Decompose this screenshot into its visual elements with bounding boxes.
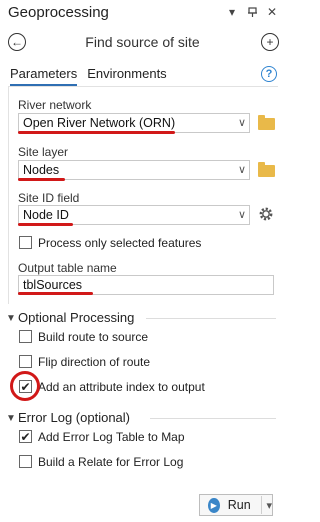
pin-icon[interactable] [245,5,259,19]
annotation-underline [18,178,65,181]
gear-icon[interactable] [257,205,275,228]
chevron-down-icon[interactable]: ▾ [266,499,272,512]
output-table-label: Output table name [18,261,117,275]
pane-controls: ▾ ✕ [225,5,279,19]
pane-title: Geoprocessing [8,4,109,21]
chevron-down-icon[interactable]: ∨ [238,208,246,221]
site-layer-dropdown[interactable]: Nodes [18,160,250,180]
collapse-caret-icon[interactable]: ▼ [6,413,16,424]
build-route-checkbox[interactable] [19,330,32,343]
annotation-underline [18,131,175,134]
site-id-field-dropdown[interactable]: Node ID [18,205,250,225]
add-circle-icon[interactable]: + [261,33,279,51]
flip-direction-checkbox[interactable] [19,355,32,368]
attribute-index-label: Add an attribute index to output [38,380,205,394]
chevron-down-icon[interactable]: ▾ [225,5,239,19]
run-label: Run [227,498,251,512]
river-network-value: Open River Network (ORN) [23,116,176,130]
chevron-down-icon[interactable]: ∨ [238,116,246,129]
river-network-dropdown[interactable]: Open River Network (ORN) [18,113,250,133]
optional-processing-header[interactable]: Optional Processing [18,310,134,325]
river-network-label: River network [18,98,92,112]
tab-environments[interactable]: Environments [87,66,166,86]
folder-icon[interactable] [258,162,275,177]
add-error-log-label: Add Error Log Table to Map [38,430,185,444]
section-divider [146,318,276,319]
tab-bar: Parameters Environments [10,66,167,86]
play-icon: ▶ [208,497,220,513]
build-relate-checkbox[interactable] [19,455,32,468]
build-route-label: Build route to source [38,330,149,344]
annotation-underline [18,223,73,226]
add-error-log-checkbox[interactable]: ✔ [19,430,32,443]
help-icon[interactable]: ? [261,66,277,82]
collapse-caret-icon[interactable]: ▼ [6,313,16,324]
site-id-field-label: Site ID field [18,191,80,205]
output-table-value: tblSources [23,278,83,292]
tab-divider [8,86,278,87]
tab-parameters[interactable]: Parameters [10,66,78,86]
site-id-field-value: Node ID [23,208,69,222]
tool-title: Find source of site [85,34,200,50]
flip-direction-label: Flip direction of route [38,355,151,369]
process-selected-label: Process only selected features [38,236,202,250]
process-selected-checkbox[interactable] [19,236,32,249]
close-icon[interactable]: ✕ [265,5,279,19]
run-divider [260,496,262,514]
folder-icon[interactable] [258,115,275,130]
chevron-down-icon[interactable]: ∨ [238,163,246,176]
annotation-underline [18,292,93,295]
run-button[interactable]: ▶ Run ▾ [199,494,273,516]
build-relate-label: Build a Relate for Error Log [38,455,184,469]
site-layer-label: Site layer [18,145,69,159]
error-log-header[interactable]: Error Log (optional) [18,410,130,425]
site-layer-value: Nodes [23,163,60,177]
annotation-circle [10,371,40,401]
section-divider [150,418,276,419]
panel-border [8,86,9,304]
